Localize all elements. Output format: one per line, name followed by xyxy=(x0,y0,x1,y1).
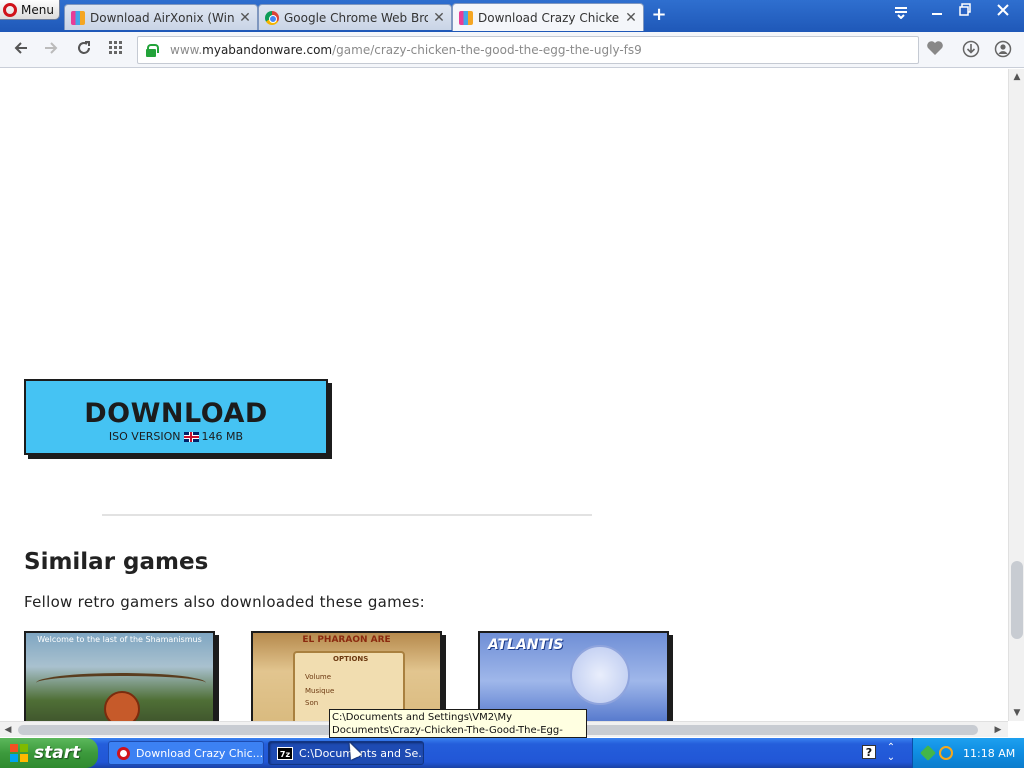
secure-lock-icon xyxy=(146,44,159,57)
start-button[interactable]: start xyxy=(0,738,98,768)
scroll-down-icon[interactable]: ▼ xyxy=(1009,705,1024,721)
myabandonware-icon xyxy=(71,10,85,25)
thumbnail-caption: EL PHARAON ARE xyxy=(302,635,391,645)
myabandonware-icon xyxy=(459,10,473,25)
tooltip-line-1: C:\Documents and Settings\VM2\My xyxy=(332,712,513,723)
tab-airxonix[interactable]: Download AirXonix (Windows ✕ xyxy=(64,4,258,30)
address-bar[interactable]: www.myabandonware.com/game/crazy-chicken… xyxy=(137,36,919,64)
similar-game-thumbnail[interactable]: ATLANTIS xyxy=(478,631,669,721)
close-icon[interactable]: ✕ xyxy=(433,10,445,26)
forward-arrow-icon[interactable] xyxy=(41,40,61,60)
taskbar-item-label: Download Crazy Chic... xyxy=(136,746,264,760)
download-version: ISO VERSION xyxy=(108,430,181,443)
similar-game-thumbnail[interactable]: Welcome to the last of the Shamanismus xyxy=(24,631,215,721)
system-tray: 11:18 AM xyxy=(912,738,1024,768)
tab-title: Download Crazy Chicken: Th xyxy=(478,10,620,25)
7zip-icon: 7z xyxy=(277,746,293,760)
opera-menu-button[interactable]: Menu xyxy=(0,0,60,20)
browser-toolbar: www.myabandonware.com/game/crazy-chicken… xyxy=(0,32,1024,68)
close-icon[interactable]: ✕ xyxy=(625,10,637,26)
tab-title: Google Chrome Web Browser xyxy=(284,10,428,25)
file-path-tooltip: C:\Documents and Settings\VM2\My Documen… xyxy=(329,709,587,738)
network-tray-icon[interactable] xyxy=(920,745,936,761)
clock: 11:18 AM xyxy=(963,746,1016,760)
account-icon[interactable] xyxy=(993,40,1013,60)
speed-dial-grid-icon[interactable] xyxy=(106,40,126,60)
sound-label: Son xyxy=(305,699,319,707)
uk-flag-icon xyxy=(183,431,199,442)
help-icon[interactable]: ? xyxy=(862,745,876,759)
windows-logo-icon xyxy=(10,744,28,762)
scroll-up-icon[interactable]: ▲ xyxy=(1009,69,1024,85)
tooltip-line-2: Documents\Crazy-Chicken-The-Good-The-Egg… xyxy=(332,725,563,736)
scroll-left-icon[interactable]: ◀ xyxy=(0,722,16,738)
search-tray-icon[interactable] xyxy=(939,746,953,760)
download-size: 146 MB xyxy=(201,430,244,443)
section-divider xyxy=(102,514,592,516)
taskbar-item-browser[interactable]: Download Crazy Chic... xyxy=(108,741,264,765)
downloads-icon[interactable] xyxy=(961,40,981,60)
character-graphic xyxy=(104,691,140,721)
tab-menu-icon[interactable] xyxy=(892,7,910,23)
close-icon[interactable]: ✕ xyxy=(239,10,251,26)
similar-games-heading: Similar games xyxy=(24,549,209,575)
minimize-icon[interactable] xyxy=(928,3,946,19)
url-path: /game/crazy-chicken-the-good-the-egg-the… xyxy=(332,43,642,57)
scroll-right-icon[interactable]: ▶ xyxy=(990,722,1006,738)
tab-crazy-chicken[interactable]: Download Crazy Chicken: Th ✕ xyxy=(452,3,644,31)
tab-title: Download AirXonix (Windows xyxy=(90,10,234,25)
start-label: start xyxy=(34,743,81,763)
similar-game-thumbnail[interactable]: EL PHARAON ARE OPTIONS Volume Musique So… xyxy=(251,631,442,721)
opera-logo-icon xyxy=(3,2,17,17)
options-label: OPTIONS xyxy=(333,655,369,663)
restore-icon[interactable] xyxy=(956,3,974,19)
taskbar-item-label: C:\Documents and Se... xyxy=(299,746,424,760)
opera-icon xyxy=(117,746,130,760)
url-host: myabandonware.com xyxy=(202,43,333,57)
thumbnail-caption: Welcome to the last of the Shamanismus xyxy=(37,635,202,644)
show-hidden-icons-chevron-icon[interactable]: ⌃ ⌄ xyxy=(884,743,898,763)
browser-tab-strip: Menu Download AirXonix (Windows ✕ Google… xyxy=(0,0,1024,32)
download-title: DOWNLOAD xyxy=(84,398,268,429)
url-text[interactable]: www.myabandonware.com/game/crazy-chicken… xyxy=(170,43,642,57)
windows-taskbar: start Download Crazy Chic... 7z C:\Docum… xyxy=(0,738,1024,768)
url-prefix: www. xyxy=(170,43,203,57)
download-subtitle: ISO VERSION 146 MB xyxy=(26,430,326,443)
download-button[interactable]: DOWNLOAD ISO VERSION 146 MB xyxy=(24,379,328,455)
close-window-icon[interactable] xyxy=(994,3,1012,19)
tab-chrome[interactable]: Google Chrome Web Browser ✕ xyxy=(258,4,452,30)
bubble-chicken-graphic xyxy=(570,645,630,705)
vertical-scrollbar[interactable]: ▲ ▼ xyxy=(1008,69,1024,721)
music-label: Musique xyxy=(305,687,335,695)
bookmark-heart-icon[interactable] xyxy=(925,40,945,60)
back-arrow-icon[interactable] xyxy=(11,40,31,60)
similar-games-subtitle: Fellow retro gamers also downloaded thes… xyxy=(24,593,426,611)
reload-icon[interactable] xyxy=(74,40,94,60)
new-tab-button[interactable]: + xyxy=(650,6,668,24)
thumbnail-caption: ATLANTIS xyxy=(488,637,564,653)
chrome-icon xyxy=(265,10,279,25)
bridge-graphic xyxy=(36,673,206,693)
menu-label: Menu xyxy=(21,2,54,17)
volume-label: Volume xyxy=(305,673,332,681)
page-content: DOWNLOAD ISO VERSION 146 MB Similar game… xyxy=(0,69,1008,721)
vertical-scroll-thumb[interactable] xyxy=(1011,561,1023,639)
